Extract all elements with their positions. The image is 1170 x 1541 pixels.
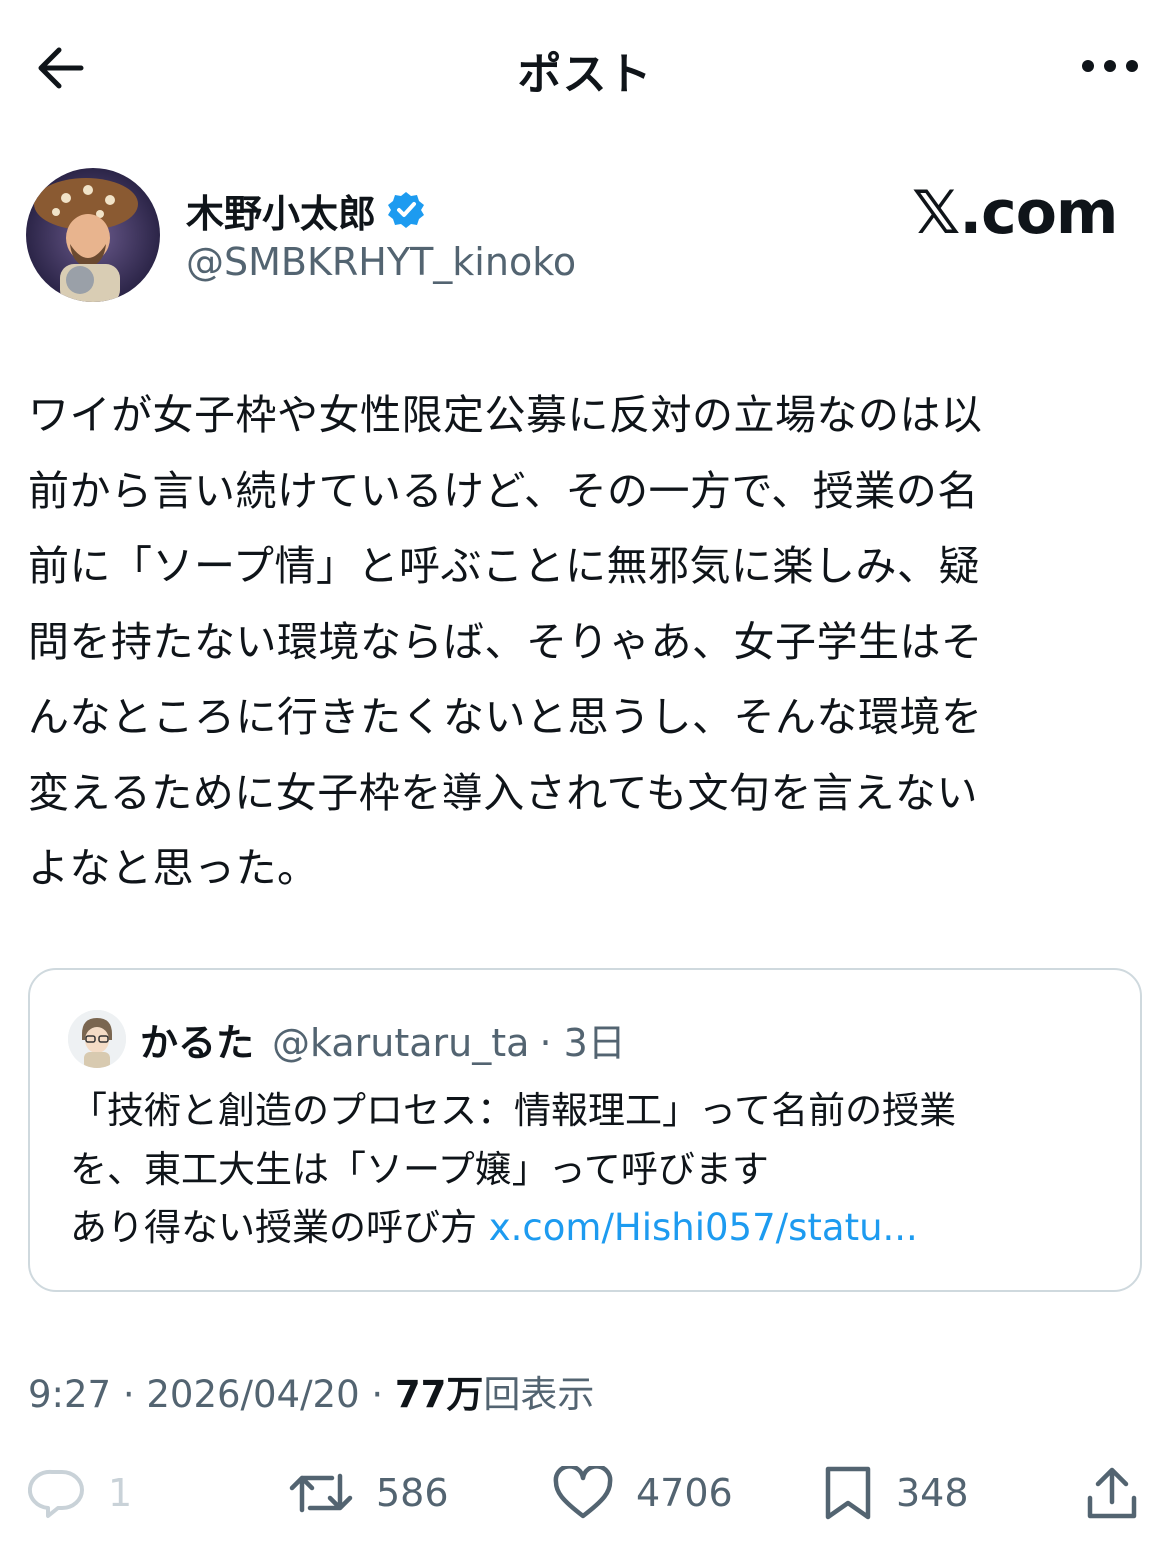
author-name-row: 木野小太郎: [186, 184, 426, 236]
quoted-author-name: かるた: [140, 1021, 255, 1065]
views-count: 77万: [394, 1373, 484, 1416]
more-options-button[interactable]: [1078, 40, 1142, 92]
top-bar: ポスト: [0, 0, 1170, 134]
quoted-header: かるた @karutaru_ta · 3日: [140, 1012, 626, 1067]
page-title: ポスト: [517, 49, 653, 100]
post-text: ワイが女子枠や女性限定公募に反対の立場なのは以 前から言い続けているけど、その一…: [28, 378, 1143, 907]
share-icon: [1087, 1467, 1137, 1519]
bookmark-count: 348: [896, 1471, 969, 1515]
quoted-timestamp: · 3日: [539, 1021, 626, 1065]
more-icon: [1082, 60, 1138, 72]
avatar-image: [26, 168, 160, 302]
reply-count: 1: [108, 1471, 133, 1515]
quoted-text-line: を、東工大生は「ソープ嬢」って呼びます: [70, 1147, 769, 1191]
share-button[interactable]: [1084, 1460, 1140, 1526]
quoted-text: 「技術と創造のプロセス：情報理工」って名前の授業 を、東工大生は「ソープ嬢」って…: [70, 1082, 1120, 1258]
author-avatar[interactable]: [26, 168, 160, 302]
verified-badge-icon: [388, 192, 425, 228]
x-com-watermark: 𝕏.com: [912, 178, 1118, 248]
quoted-avatar-image: [68, 1010, 126, 1068]
reply-icon: [28, 1469, 84, 1518]
post-text-line: よなと思った。: [28, 844, 319, 892]
post-text-line: 前から言い続けているけど、その一方で、授業の名: [28, 466, 979, 515]
heart-icon: [553, 1466, 613, 1519]
quoted-text-line: あり得ない授業の呼び方 x.com/Hishi057/statu...: [70, 1199, 1120, 1258]
quoted-post[interactable]: かるた @karutaru_ta · 3日 「技術と創造のプロセス：情報理工」っ…: [28, 968, 1142, 1292]
quoted-text-line: 「技術と創造のプロセス：情報理工」って名前の授業: [70, 1089, 957, 1132]
quoted-author-avatar: [68, 1010, 126, 1068]
views-label: 回表示: [483, 1373, 595, 1416]
post-text-line: 変えるために女子枠を導入されても文句を言えない: [28, 768, 978, 817]
bookmark-button[interactable]: 348: [822, 1460, 969, 1526]
quoted-link[interactable]: x.com/Hishi057/statu...: [489, 1206, 918, 1249]
post-meta: 9:27 · 2026/04/20 · 77万回表示: [28, 1364, 594, 1418]
post-text-line: ワイが女子枠や女性限定公募に反対の立場なのは以: [28, 391, 983, 439]
post-page: ポスト 木野小太郎 @SMBKRHYT_kinoko 𝕏.com ワイが女子枠や…: [0, 0, 1170, 1541]
author-name[interactable]: 木野小太郎: [186, 183, 376, 238]
quoted-author-handle: @karutaru_ta: [272, 1021, 530, 1065]
action-bar: 1 586 4706 348: [0, 1460, 1170, 1526]
post-text-line: 問を持たない環境ならば、そりゃあ、女子学生はそ: [28, 617, 983, 666]
quoted-text-line-content: あり得ない授業の呼び方: [70, 1206, 489, 1249]
author-handle[interactable]: @SMBKRHYT_kinoko: [186, 240, 576, 284]
post-text-line: 前に「ソープ情」と呼ぶことに無邪気に楽しみ、疑: [28, 542, 981, 590]
retweet-button[interactable]: 586: [288, 1460, 449, 1526]
post-timestamp[interactable]: 9:27 · 2026/04/20 ·: [28, 1373, 395, 1416]
post-text-line: んなところに行きたくないと思うし、そんな環境を: [28, 693, 983, 741]
bookmark-icon: [825, 1466, 871, 1520]
retweet-icon: [289, 1473, 353, 1513]
like-count: 4706: [636, 1471, 733, 1515]
reply-button[interactable]: 1: [28, 1460, 132, 1526]
like-button[interactable]: 4706: [552, 1460, 733, 1526]
retweet-count: 586: [376, 1471, 449, 1515]
